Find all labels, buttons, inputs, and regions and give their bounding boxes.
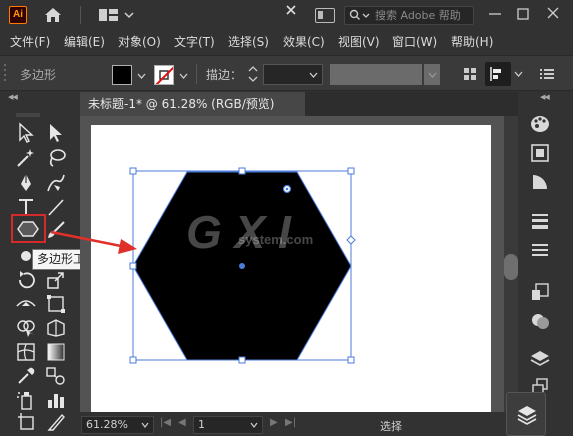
document-tab-bar: 未标题-1* @ 61.28% (RGB/预览) — [80, 92, 518, 116]
artboard-tool-icon[interactable] — [14, 410, 38, 434]
maximize-icon[interactable] — [510, 4, 536, 24]
polygon-tool-highlight — [11, 214, 46, 243]
panel-grip-icon[interactable] — [16, 112, 40, 118]
layers-icon[interactable] — [528, 348, 552, 372]
control-bar: 多边形 描边： — [0, 55, 573, 91]
stroke-weight-dropdown-icon[interactable] — [309, 72, 318, 78]
next-page-icon[interactable]: ▶ — [270, 417, 278, 428]
slice-tool-icon[interactable] — [44, 410, 68, 434]
previous-page-icon[interactable]: ◀ — [178, 417, 186, 428]
page-value: 1 — [198, 418, 205, 431]
document-tab[interactable]: 未标题-1* @ 61.28% (RGB/预览) — [80, 92, 305, 116]
direct-selection-tool-icon[interactable] — [44, 121, 68, 145]
transform-dropdown-icon[interactable] — [514, 71, 523, 77]
menu-select[interactable]: 选择(S) — [228, 33, 269, 50]
gradient-tool-icon[interactable] — [44, 340, 68, 364]
menu-bar: 文件(F) 编辑(E) 对象(O) 文字(T) 选择(S) 效果(C) 视图(V… — [0, 30, 573, 52]
document-tab-title: 未标题-1* @ 61.28% (RGB/预览) — [88, 97, 275, 111]
fill-dropdown-icon[interactable] — [137, 73, 146, 79]
artboard[interactable] — [91, 125, 491, 412]
rotate-tool-icon[interactable] — [14, 268, 38, 292]
pen-tool-icon[interactable] — [14, 171, 38, 195]
search-input[interactable]: 搜索 Adobe 帮助 — [344, 6, 474, 25]
divider — [80, 6, 81, 24]
menu-help[interactable]: 帮助(H) — [451, 33, 493, 50]
align-grid-icon[interactable] — [463, 67, 477, 81]
color-palette-icon[interactable] — [528, 112, 552, 136]
chevron-down-icon — [428, 72, 437, 78]
line-segment-tool-icon[interactable] — [44, 195, 68, 219]
eyedropper-tool-icon[interactable] — [14, 364, 38, 388]
panel-menu-icon[interactable] — [540, 67, 554, 81]
collapse-panel-icon[interactable]: ◀◀ — [8, 93, 18, 101]
width-tool-icon[interactable] — [14, 292, 38, 316]
menu-object[interactable]: 对象(O) — [118, 33, 161, 50]
vertical-scrollbar-thumb[interactable] — [504, 254, 518, 280]
home-icon[interactable] — [44, 7, 62, 23]
pathfinder-icon[interactable] — [528, 309, 552, 333]
curvature-tool-icon[interactable] — [44, 171, 68, 195]
floating-layers-button[interactable] — [506, 392, 546, 436]
column-graph-tool-icon[interactable] — [44, 388, 68, 412]
object-type-label: 多边形 — [20, 68, 57, 82]
page-dropdown-icon[interactable] — [250, 422, 258, 428]
menu-view[interactable]: 视图(V) — [338, 33, 380, 50]
menu-effect[interactable]: 效果(C) — [283, 33, 325, 50]
page-input[interactable]: 1 — [193, 416, 263, 434]
magic-wand-tool-icon[interactable] — [14, 146, 38, 170]
align-to-icon — [490, 67, 501, 81]
transform-button[interactable] — [485, 62, 511, 86]
arrange-documents-icon[interactable] — [98, 8, 134, 22]
app-logo: Ai — [9, 6, 27, 24]
search-placeholder: 搜索 Adobe 帮助 — [375, 9, 461, 22]
stroke-swatch[interactable] — [154, 65, 174, 85]
search-icon — [349, 9, 370, 20]
expand-panels-icon[interactable]: ◀◀ — [540, 93, 550, 101]
variable-width-profile[interactable] — [330, 64, 422, 85]
selection-tool-icon[interactable] — [14, 121, 38, 145]
close-tab-icon[interactable] — [286, 5, 296, 15]
fill-swatch[interactable] — [112, 65, 132, 85]
lasso-tool-icon[interactable] — [44, 146, 68, 170]
stroke-weight-stepper-icon[interactable] — [248, 64, 258, 84]
zoom-dropdown-icon[interactable] — [141, 422, 149, 428]
menu-edit[interactable]: 编辑(E) — [64, 33, 105, 50]
gradient-panel-icon[interactable] — [528, 238, 552, 262]
zoom-value: 61.28% — [86, 418, 128, 431]
zoom-input[interactable]: 61.28% — [81, 416, 154, 434]
free-transform-tool-icon[interactable] — [44, 292, 68, 316]
stroke-panel-icon[interactable] — [528, 209, 552, 233]
status-bar: 61.28% |◀ ◀ 1 ▶ ▶| 选择 — [80, 414, 518, 436]
mesh-tool-icon[interactable] — [14, 340, 38, 364]
menu-file[interactable]: 文件(F) — [10, 33, 50, 50]
stroke-dropdown-icon[interactable] — [179, 73, 188, 79]
last-page-icon[interactable]: ▶| — [285, 417, 296, 428]
symbol-sprayer-tool-icon[interactable] — [14, 388, 38, 412]
minimize-icon[interactable] — [482, 4, 508, 24]
close-icon[interactable] — [540, 4, 566, 24]
menu-window[interactable]: 窗口(W) — [392, 33, 437, 50]
transform-panel-icon[interactable] — [528, 280, 552, 304]
color-guide-icon[interactable] — [528, 170, 552, 194]
swatches-icon[interactable] — [528, 141, 552, 165]
perspective-grid-tool-icon[interactable] — [44, 316, 68, 340]
shape-builder-tool-icon[interactable] — [14, 316, 38, 340]
stroke-weight-input[interactable] — [263, 64, 323, 85]
paintbrush-tool-icon[interactable] — [44, 218, 68, 242]
divider — [196, 64, 197, 84]
control-bar-grip-icon[interactable] — [3, 62, 7, 86]
first-page-icon[interactable]: |◀ — [160, 417, 171, 428]
profile-dropdown[interactable] — [424, 64, 440, 85]
workspace-switcher-icon[interactable] — [315, 8, 335, 23]
scale-tool-icon[interactable] — [44, 268, 68, 292]
blend-tool-icon[interactable] — [44, 364, 68, 388]
stroke-label: 描边： — [206, 68, 243, 82]
status-text: 选择 — [380, 420, 402, 433]
menu-type[interactable]: 文字(T) — [174, 33, 215, 50]
layers-icon — [517, 406, 537, 425]
